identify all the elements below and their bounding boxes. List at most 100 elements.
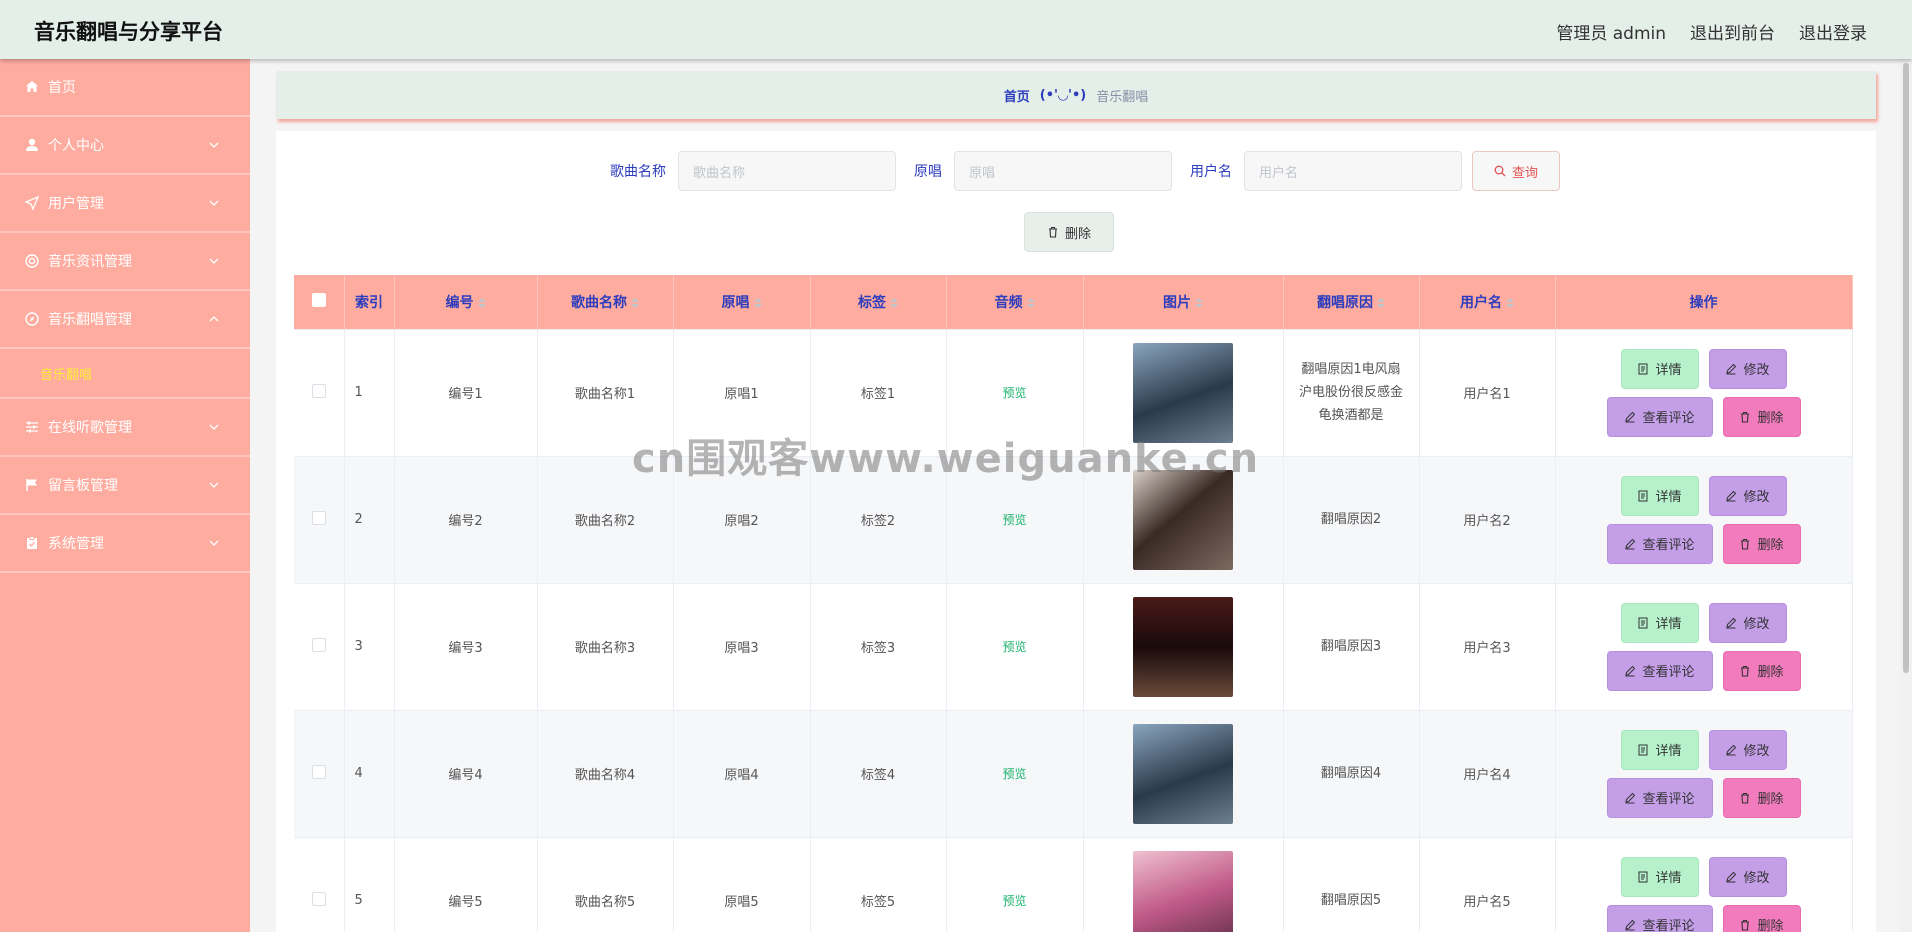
row-song-name: 歌曲名称3 — [537, 582, 674, 710]
audio-preview-link[interactable]: 预览 — [1002, 513, 1026, 527]
edit-button[interactable]: 修改 — [1708, 602, 1787, 643]
row-original-singer: 原唱4 — [673, 709, 811, 837]
column-header-audio[interactable]: 音频 — [946, 275, 1084, 329]
breadcrumb-home[interactable]: 首页 — [1004, 86, 1030, 105]
select-all-checkbox[interactable] — [311, 292, 326, 307]
row-checkbox[interactable] — [311, 637, 326, 652]
original-singer-label: 原唱 — [914, 164, 942, 180]
row-checkbox[interactable] — [311, 383, 326, 398]
column-header-original[interactable]: 原唱 — [673, 275, 811, 329]
top-header: 音乐翻唱与分享平台 管理员 admin 退出到前台 退出登录 — [0, 0, 1912, 59]
row-audio-cell: 预览 — [946, 582, 1084, 710]
column-header-code[interactable]: 编号 — [394, 275, 538, 329]
scrollbar-thumb[interactable] — [1903, 63, 1909, 673]
row-username: 用户名5 — [1419, 836, 1556, 932]
sidebar-item-music-cover[interactable]: 音乐翻唱管理 — [0, 291, 250, 349]
edit-button[interactable]: 修改 — [1708, 856, 1787, 897]
username-input[interactable]: 用户名 — [1244, 151, 1462, 191]
view-comments-button[interactable]: 查看评论 — [1606, 396, 1713, 437]
batch-delete-button[interactable]: 删除 — [1024, 212, 1114, 252]
view-comments-button-label: 查看评论 — [1642, 411, 1695, 426]
delete-button[interactable]: 删除 — [1722, 396, 1801, 437]
column-header-reason[interactable]: 翻唱原因 — [1283, 275, 1420, 329]
detail-button[interactable]: 详情 — [1620, 602, 1699, 643]
detail-button[interactable]: 详情 — [1620, 856, 1699, 897]
query-button[interactable]: 查询 — [1472, 151, 1560, 191]
edit-button-label: 修改 — [1743, 490, 1770, 505]
column-header-username[interactable]: 用户名 — [1419, 275, 1556, 329]
row-actions: 详情 修改查看评论 删除 — [1556, 348, 1852, 437]
column-header-label: 用户名 — [1460, 294, 1502, 311]
column-header-song[interactable]: 歌曲名称 — [537, 275, 674, 329]
original-singer-input[interactable]: 原唱 — [954, 151, 1172, 191]
cover-image[interactable] — [1133, 596, 1233, 697]
sidebar-item-personal-center[interactable]: 个人中心 — [0, 117, 250, 175]
view-comments-button[interactable]: 查看评论 — [1606, 904, 1713, 932]
detail-button-label: 详情 — [1655, 871, 1682, 887]
row-song-name: 歌曲名称5 — [537, 836, 674, 932]
edit-icon — [1726, 617, 1737, 628]
delete-button[interactable]: 删除 — [1722, 650, 1801, 691]
chevron-down-icon — [209, 258, 219, 264]
detail-button[interactable]: 详情 — [1620, 348, 1699, 389]
breadcrumb-current: 音乐翻唱 — [1096, 89, 1149, 105]
detail-button[interactable]: 详情 — [1620, 475, 1699, 516]
row-image-cell — [1083, 836, 1284, 932]
row-actions-cell: 详情 修改查看评论 删除 — [1555, 582, 1853, 710]
chevron-down-icon — [209, 424, 219, 430]
delete-button[interactable]: 删除 — [1722, 777, 1801, 818]
logout-link[interactable]: 退出登录 — [1799, 19, 1867, 44]
sidebar-item-user-management[interactable]: 用户管理 — [0, 175, 250, 233]
sidebar-item-label: 首页 — [48, 80, 76, 96]
row-username: 用户名2 — [1419, 455, 1556, 583]
view-comments-button-label: 查看评论 — [1642, 919, 1695, 932]
edit-button[interactable]: 修改 — [1708, 729, 1787, 770]
row-checkbox[interactable] — [311, 891, 326, 906]
view-comments-button[interactable]: 查看评论 — [1606, 777, 1713, 818]
row-tag: 标签1 — [810, 328, 947, 456]
page-scrollbar[interactable] — [1900, 59, 1912, 932]
row-checkbox[interactable] — [311, 764, 326, 779]
edit-button[interactable]: 修改 — [1708, 348, 1787, 389]
sidebar-item-online-listening[interactable]: 在线听歌管理 — [0, 399, 250, 457]
exit-to-frontend-link[interactable]: 退出到前台 — [1690, 19, 1775, 44]
admin-user-link[interactable]: 管理员 admin — [1556, 19, 1666, 44]
cover-image[interactable] — [1133, 723, 1233, 824]
chevron-down-icon — [209, 142, 219, 148]
search-bar: 歌曲名称 歌曲名称 原唱 原唱 用户名 用户名 查询 — [276, 151, 1876, 191]
audio-preview-link[interactable]: 预览 — [1002, 640, 1026, 654]
sidebar-subitem-music-cover[interactable]: 音乐翻唱 — [0, 349, 250, 399]
audio-preview-link[interactable]: 预览 — [1002, 386, 1026, 400]
row-tag: 标签3 — [810, 582, 947, 710]
column-header-image[interactable]: 图片 — [1083, 275, 1284, 329]
sort-icon — [1506, 297, 1514, 308]
sidebar-item-system-management[interactable]: 系统管理 — [0, 515, 250, 573]
edit-button[interactable]: 修改 — [1708, 475, 1787, 516]
sidebar-item-music-news[interactable]: 音乐资讯管理 — [0, 233, 250, 291]
column-header-tag[interactable]: 标签 — [810, 275, 947, 329]
column-header-label: 原唱 — [721, 294, 750, 311]
audio-preview-link[interactable]: 预览 — [1002, 894, 1026, 908]
audio-preview-link[interactable]: 预览 — [1002, 767, 1026, 781]
row-actions: 详情 修改查看评论 删除 — [1556, 475, 1852, 564]
view-comments-button[interactable]: 查看评论 — [1606, 523, 1713, 564]
detail-button-label: 详情 — [1655, 617, 1682, 632]
cover-image[interactable] — [1133, 469, 1233, 570]
row-original-singer: 原唱2 — [673, 455, 811, 583]
edit-icon — [1625, 538, 1636, 549]
batch-delete-label: 删除 — [1064, 226, 1091, 242]
row-image-cell — [1083, 455, 1284, 583]
cover-image[interactable] — [1133, 342, 1233, 443]
delete-button[interactable]: 删除 — [1722, 904, 1801, 932]
detail-button[interactable]: 详情 — [1620, 729, 1699, 770]
song-name-input[interactable]: 歌曲名称 — [678, 151, 896, 191]
detail-button-label: 详情 — [1655, 490, 1682, 505]
sidebar-item-message-board[interactable]: 留言板管理 — [0, 457, 250, 515]
cover-image[interactable] — [1133, 850, 1233, 932]
edit-icon — [1726, 744, 1737, 755]
view-comments-button-label: 查看评论 — [1642, 538, 1695, 553]
sidebar-item-home[interactable]: 首页 — [0, 59, 250, 117]
view-comments-button[interactable]: 查看评论 — [1606, 650, 1713, 691]
delete-button[interactable]: 删除 — [1722, 523, 1801, 564]
row-checkbox[interactable] — [311, 510, 326, 525]
